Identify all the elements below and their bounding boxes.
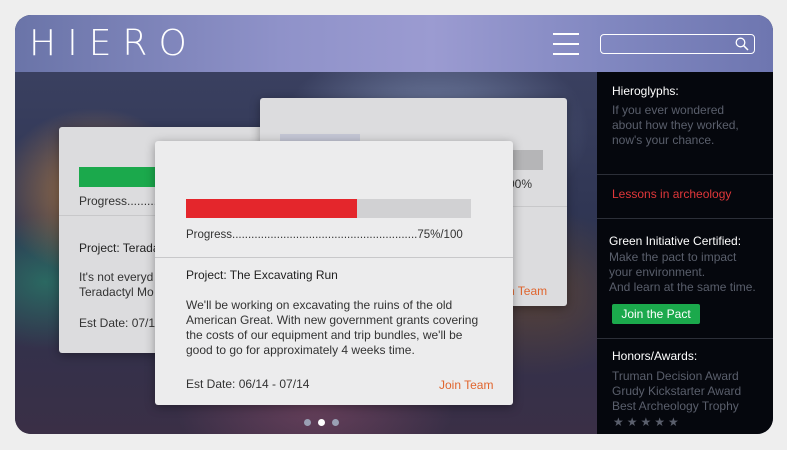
lessons-link[interactable]: Lessons in archeology bbox=[612, 187, 731, 201]
award-item: Grudy Kickstarter Award bbox=[612, 384, 742, 398]
join-team-link[interactable]: n Team bbox=[508, 284, 547, 298]
project-card-front[interactable]: Progress................................… bbox=[155, 141, 513, 405]
progress-label: Progress................................… bbox=[186, 229, 463, 241]
progress-fill-front bbox=[186, 199, 357, 218]
award-item: Truman Decision Award bbox=[612, 369, 739, 383]
app-frame: HIERO Progress......... Project: Terada … bbox=[15, 15, 773, 434]
search-box[interactable] bbox=[600, 34, 755, 54]
search-input[interactable] bbox=[605, 36, 729, 54]
join-team-link[interactable]: Join Team bbox=[439, 378, 493, 392]
project-description-line: We'll be working on excavating the ruins… bbox=[186, 298, 453, 312]
sidebar-divider bbox=[597, 218, 773, 219]
est-date: Est Date: 06/14 - 07/14 bbox=[186, 377, 310, 391]
rating-stars: ★★★★★ bbox=[613, 415, 682, 429]
sidebar-divider bbox=[597, 338, 773, 339]
est-date: Est Date: 07/14 bbox=[79, 316, 162, 330]
project-description-line: good to go for approximately 4 weeks tim… bbox=[186, 343, 415, 357]
section-title: Green Initiative Certified: bbox=[609, 234, 742, 248]
section-text: And learn at the same time. bbox=[609, 280, 756, 294]
section-text: your environment. bbox=[609, 265, 706, 279]
project-title: Project: Terada bbox=[79, 241, 160, 255]
project-description-line: It's not everyd bbox=[79, 270, 154, 284]
section-text: If you ever wondered bbox=[612, 103, 725, 117]
search-icon[interactable] bbox=[735, 37, 749, 51]
progress-bar-front bbox=[186, 199, 471, 218]
progress-label: Progress......... bbox=[79, 194, 158, 208]
project-description-line: American Great. With new government gran… bbox=[186, 313, 479, 327]
carousel-dot[interactable] bbox=[304, 419, 311, 426]
sidebar-divider bbox=[597, 174, 773, 175]
project-title: Project: The Excavating Run bbox=[186, 268, 338, 282]
card-divider bbox=[155, 257, 513, 258]
award-item: Best Archeology Trophy bbox=[612, 399, 739, 413]
sidebar: Hieroglyphs: If you ever wondered about … bbox=[597, 72, 773, 434]
join-pact-button[interactable]: Join the Pact bbox=[612, 304, 700, 324]
menu-icon[interactable] bbox=[553, 33, 579, 55]
logo[interactable]: HIERO bbox=[29, 23, 198, 64]
section-text: Make the pact to impact bbox=[609, 250, 737, 264]
header-bar: HIERO bbox=[15, 15, 773, 72]
carousel-dot-active[interactable] bbox=[318, 419, 325, 426]
project-description-line: the costs of our equipment and trip bund… bbox=[186, 328, 463, 342]
section-title: Hieroglyphs: bbox=[612, 84, 679, 98]
section-title: Honors/Awards: bbox=[612, 349, 698, 363]
section-text: now's your chance. bbox=[612, 133, 715, 147]
project-description-line: Teradactyl Mo bbox=[79, 285, 154, 299]
carousel-dot[interactable] bbox=[332, 419, 339, 426]
section-text: about how they worked, bbox=[612, 118, 739, 132]
